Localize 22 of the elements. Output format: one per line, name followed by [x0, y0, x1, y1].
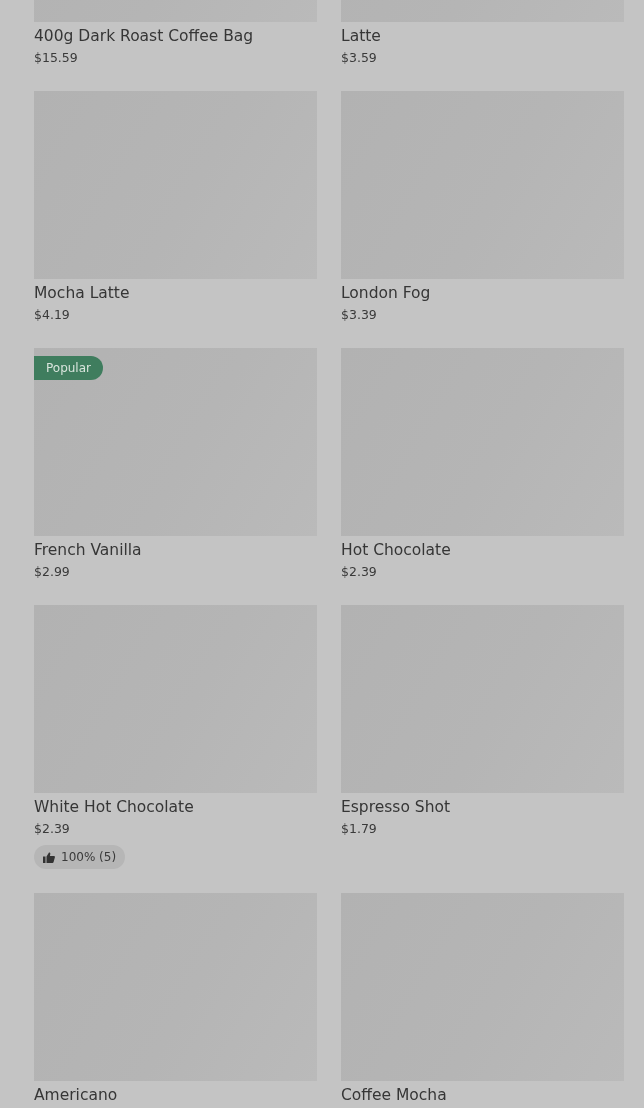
product-price: $4.19: [34, 306, 70, 324]
product-name: Americano: [34, 1085, 118, 1105]
product-price: $1.79: [341, 820, 377, 838]
product-name: Latte: [341, 26, 381, 46]
product-name: Espresso Shot: [341, 797, 451, 817]
product-price: $15.59: [34, 49, 78, 67]
product-price: $2.99: [34, 563, 70, 581]
image-placeholder[interactable]: Popular: [34, 348, 317, 536]
product-price: $3.39: [341, 306, 377, 324]
rating-text: 100% (5): [61, 850, 117, 864]
product-name: French Vanilla: [34, 540, 142, 560]
product-price: $2.39: [34, 820, 70, 838]
product-name: Coffee Mocha: [341, 1085, 447, 1105]
product-name: 400g Dark Roast Coffee Bag: [34, 26, 254, 46]
popular-badge: Popular: [34, 356, 103, 380]
product-name: Hot Chocolate: [341, 540, 451, 560]
product-name: London Fog: [341, 283, 431, 303]
thumbs-up-icon: [43, 851, 55, 863]
product-name: White Hot Chocolate: [34, 797, 194, 817]
product-price: $3.59: [341, 49, 377, 67]
product-name: Mocha Latte: [34, 283, 130, 303]
product-price: $2.39: [341, 563, 377, 581]
